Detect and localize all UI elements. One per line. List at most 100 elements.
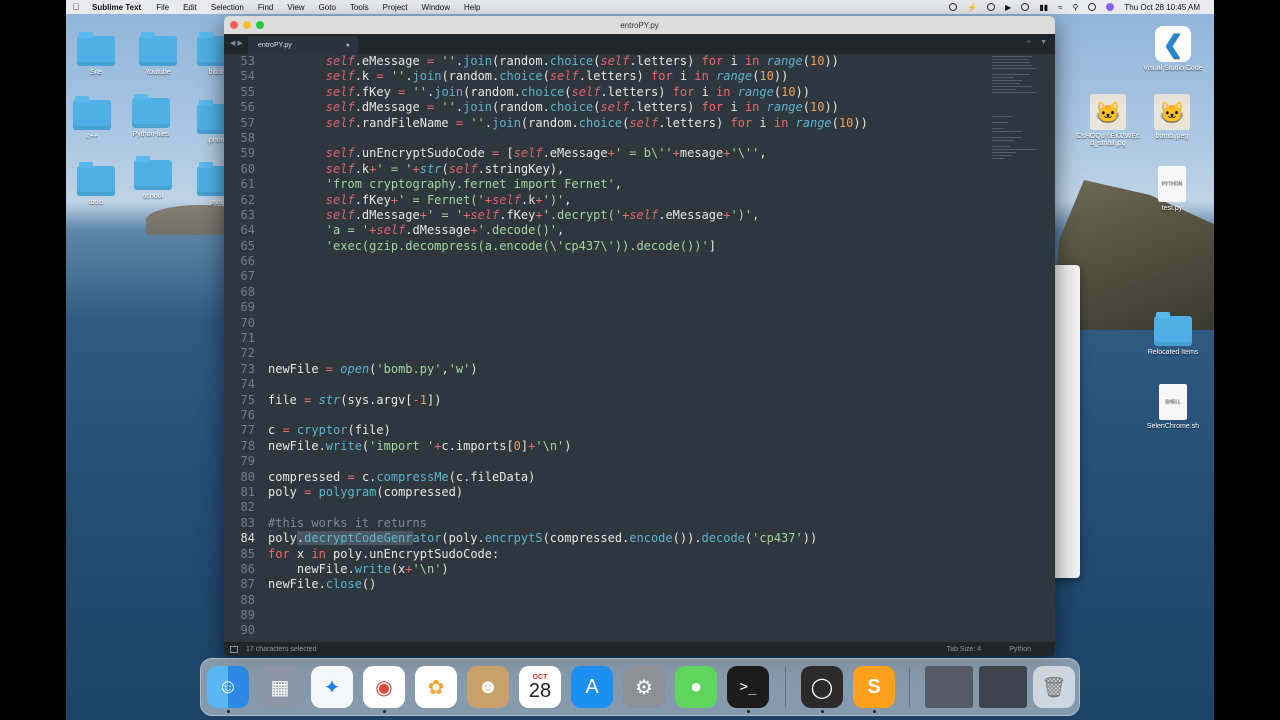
minimize-button[interactable] — [243, 21, 251, 29]
code-line: newFile.close() — [268, 577, 377, 592]
menu-file[interactable]: File — [149, 3, 176, 12]
dock-chrome-icon[interactable]: ◉ — [363, 666, 405, 713]
line-number: 64 — [240, 223, 255, 238]
dock-finder-icon[interactable]: ☺ — [207, 666, 249, 713]
menu-project[interactable]: Project — [376, 3, 415, 12]
desktop-file-selenchrome[interactable]: SHELL SelenChrome.sh — [1138, 384, 1208, 430]
dock-messages-icon[interactable]: ● — [675, 666, 717, 708]
syntax-setting[interactable]: Python — [1009, 646, 1031, 653]
dock-launchpad-icon[interactable]: ▦ — [259, 666, 301, 708]
line-number: 59 — [240, 146, 255, 161]
line-number: 75 — [240, 392, 255, 407]
menu-edit[interactable]: Edit — [176, 3, 204, 12]
code-line: self.fKey = ''.join(random.choice(self.l… — [325, 84, 810, 99]
dock-trash-icon[interactable]: 🗑 — [1033, 666, 1075, 708]
code-line: self.unEncryptSudoCode = [self.eMessage+… — [325, 146, 767, 161]
dock-terminal-icon[interactable]: >_ — [727, 666, 769, 713]
desktop-folder-site[interactable]: Site — [66, 32, 126, 76]
minimap-line — [992, 131, 1022, 132]
dock-sublime-icon[interactable]: S — [853, 666, 895, 713]
menu-goto[interactable]: Goto — [312, 3, 343, 12]
code-line: poly = polygram(compressed) — [268, 484, 464, 499]
code-area[interactable]: self.eMessage = ''.join(random.choice(se… — [268, 54, 988, 639]
python-file-icon: PYTHON — [1158, 166, 1186, 202]
tab-close-icon[interactable]: ● — [346, 42, 350, 49]
minimap[interactable] — [992, 54, 1052, 184]
tab-size-setting[interactable]: Tab Size: 4 — [947, 646, 982, 653]
zoom-button[interactable] — [256, 21, 264, 29]
window-titlebar[interactable]: entroPY.py — [224, 16, 1055, 34]
desktop-app-vscode[interactable]: ❮ Visual Studio Code — [1138, 26, 1208, 72]
sublime-window: entroPY.py ◀ ▶ entroPY.py ● + ▼ 53 54 55 56… — [224, 16, 1055, 656]
desktop:  Sublime Text File Edit Selection Find … — [66, 0, 1214, 720]
dock-minimized-window-1[interactable] — [925, 666, 973, 708]
cat-image-icon: 🐱 — [1154, 94, 1190, 130]
code-editor[interactable]: 53 54 55 56 57 58 59 60 61 62 63 64 65 66 67 68 69 70 71 72… — [224, 54, 1055, 642]
record-status-icon[interactable] — [987, 3, 996, 11]
dock-photos-icon[interactable]: ✿ — [415, 666, 457, 708]
desktop-file-cat-jpg[interactable]: 🐱 CsHOQuYiEi02WEc d_small.jpg — [1068, 94, 1148, 147]
line-number: 63 — [240, 207, 255, 222]
line-number: 56 — [240, 100, 255, 115]
line-number: 58 — [240, 130, 255, 145]
close-button[interactable] — [230, 21, 238, 29]
tab-nav-arrows-icon[interactable]: ◀ ▶ — [230, 39, 243, 47]
app-menu[interactable]: Sublime Text — [86, 3, 149, 12]
play-status-icon[interactable]: ▶ — [1005, 3, 1011, 12]
desktop-folder-school[interactable]: school — [123, 156, 183, 200]
line-number: 85 — [240, 546, 255, 561]
desktop-file-test-py[interactable]: PYTHON test.py — [1142, 166, 1202, 212]
dock-obs-icon[interactable]: ◯ — [801, 666, 843, 713]
desktop-folder-cpp[interactable]: c++ — [66, 96, 122, 140]
new-tab-icon[interactable]: + — [1027, 39, 1031, 46]
menu-selection[interactable]: Selection — [204, 3, 251, 12]
search-icon[interactable]: ⚲ — [1073, 3, 1079, 12]
dock-safari-icon[interactable]: ✦ — [311, 666, 353, 708]
wifi-icon[interactable]: ≈ — [1058, 3, 1062, 12]
minimap-line — [992, 83, 1020, 84]
desktop-folder-tools[interactable]: tools — [66, 162, 126, 206]
desktop-folder-youtube[interactable]: Youtube — [128, 32, 188, 76]
desktop-folder-relocated-items[interactable]: Relocated Items — [1138, 312, 1208, 356]
menubar-clock[interactable]: Thu Oct 28 10:45 AM — [1124, 3, 1200, 12]
folder-icon — [134, 156, 172, 190]
apple-menu-icon[interactable]:  — [66, 2, 86, 12]
dock-calendar-icon[interactable]: OCT 28 — [519, 666, 561, 708]
minimap-line — [992, 65, 1032, 66]
minimap-line — [992, 92, 1036, 93]
battery-icon[interactable]: ▮▮ — [1039, 3, 1048, 12]
dock-system-preferences-icon[interactable]: ⚙ — [623, 666, 665, 708]
line-number: 81 — [240, 484, 255, 499]
clock-status-icon[interactable] — [1021, 3, 1030, 11]
menu-view[interactable]: View — [280, 3, 311, 12]
minimap-line — [992, 62, 1030, 63]
tab-entropy[interactable]: entroPY.py ● — [248, 36, 358, 54]
bolt-status-icon[interactable]: ⚡ — [967, 3, 977, 12]
menu-find[interactable]: Find — [251, 3, 281, 12]
panel-toggle-icon[interactable] — [230, 645, 238, 653]
siri-icon[interactable] — [1106, 3, 1115, 11]
code-line: c = cryptor(file) — [268, 423, 391, 438]
line-number: 54 — [240, 69, 255, 84]
menu-window[interactable]: Window — [415, 3, 457, 12]
tab-label: entroPY.py — [258, 41, 292, 49]
menu-help[interactable]: Help — [457, 3, 487, 12]
control-center-icon[interactable] — [1088, 3, 1097, 11]
desktop-file-bomb-jpeg[interactable]: 🐱 bomb.jpeg — [1142, 94, 1202, 140]
dock-contacts-icon[interactable]: ☻ — [467, 666, 509, 708]
obs-status-icon[interactable] — [949, 3, 958, 11]
dock-minimized-window-2[interactable] — [979, 666, 1027, 708]
dock-app-store-icon[interactable]: A — [571, 666, 613, 708]
tab-list-dropdown-icon[interactable]: ▼ — [1040, 39, 1047, 46]
folder-icon — [77, 32, 115, 66]
desktop-folder-python-files[interactable]: Python-files — [121, 94, 181, 138]
line-number: 83 — [240, 515, 255, 530]
line-number: 89 — [240, 608, 255, 623]
minimap-line — [992, 56, 1032, 57]
menu-tools[interactable]: Tools — [343, 3, 376, 12]
background-window[interactable] — [1052, 265, 1080, 578]
